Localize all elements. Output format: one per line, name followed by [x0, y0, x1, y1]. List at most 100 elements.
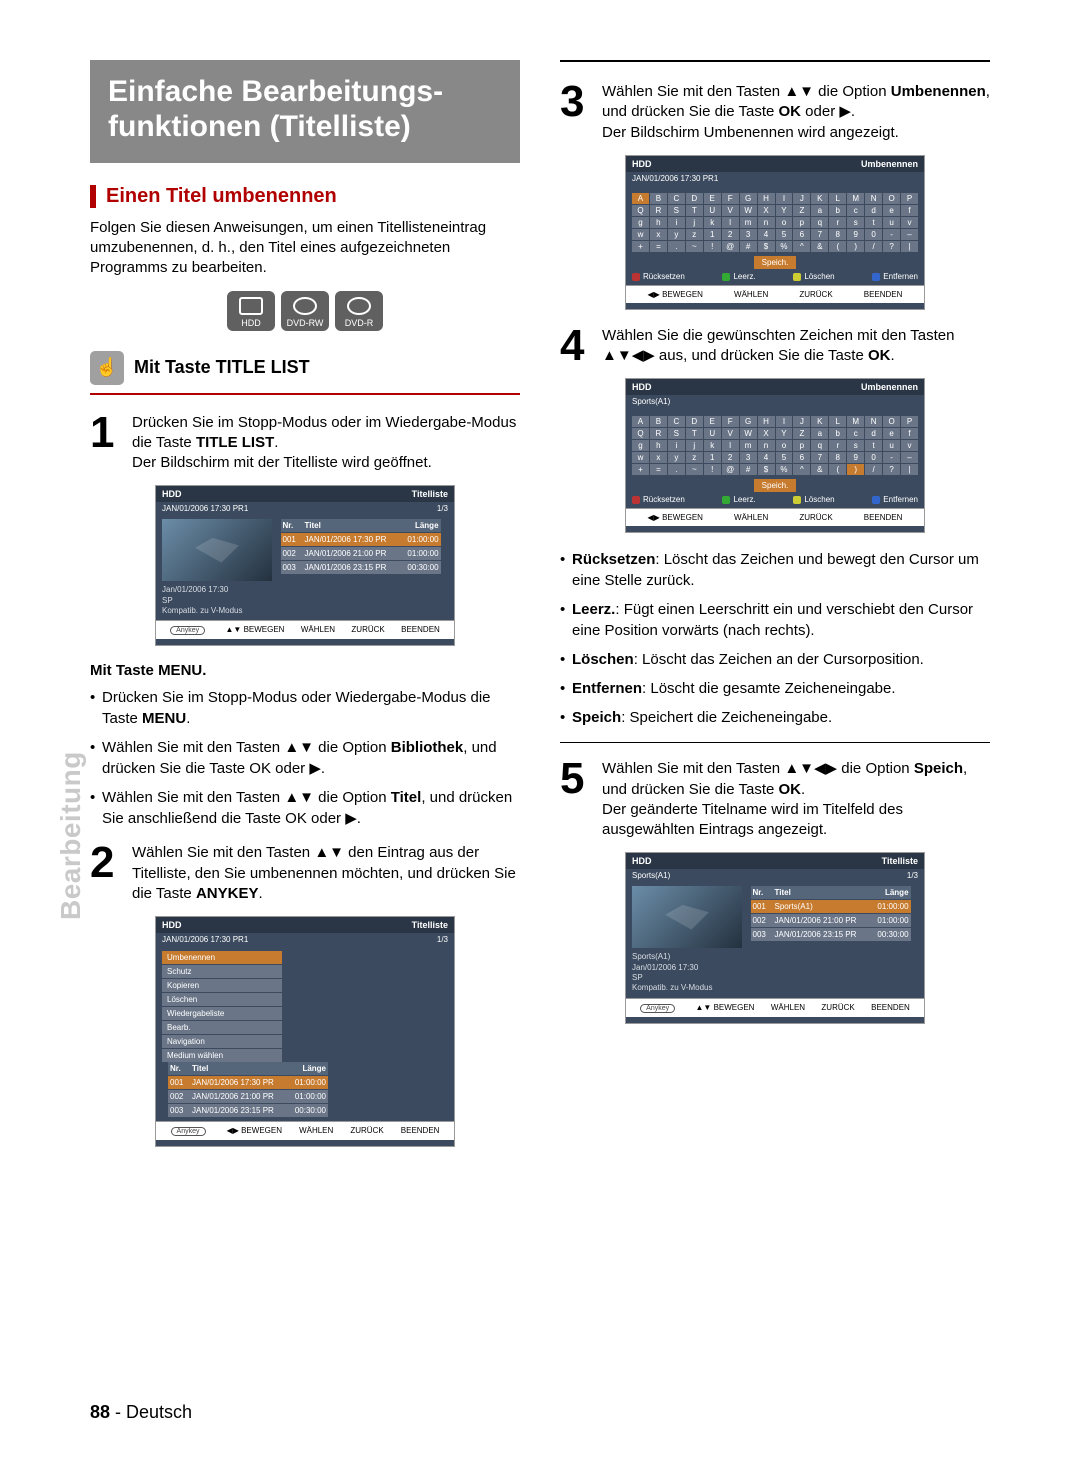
kb-key[interactable]: D	[686, 416, 703, 427]
kb-key[interactable]: V	[722, 428, 739, 439]
kb-save[interactable]: Speich.	[754, 256, 797, 269]
kb-key[interactable]: M	[847, 193, 864, 204]
kb-key[interactable]: U	[704, 205, 721, 216]
kb-key[interactable]: b	[829, 205, 846, 216]
kb-key[interactable]: 1	[704, 229, 721, 240]
kb-key[interactable]: 9	[847, 229, 864, 240]
kb-key[interactable]: k	[704, 440, 721, 451]
kb-key[interactable]: c	[847, 205, 864, 216]
kb-key[interactable]: t	[865, 440, 882, 451]
kb-key[interactable]: n	[758, 217, 775, 228]
kb-key[interactable]: N	[865, 416, 882, 427]
kb-key[interactable]: x	[650, 229, 667, 240]
table-row[interactable]: 003JAN/01/2006 23:15 PR00:30:00	[751, 928, 911, 941]
kb-key[interactable]: V	[722, 205, 739, 216]
kb-key[interactable]: m	[740, 440, 757, 451]
kb-remove[interactable]: Entfernen	[872, 495, 918, 504]
kb-key[interactable]: ^	[793, 464, 810, 475]
kb-key[interactable]: 4	[758, 229, 775, 240]
kb-key[interactable]: 8	[829, 452, 846, 463]
menu-item-copy[interactable]: Kopieren	[162, 979, 282, 992]
kb-key[interactable]: h	[650, 440, 667, 451]
kb-key[interactable]: L	[829, 193, 846, 204]
kb-key[interactable]: I	[776, 193, 793, 204]
kb-key[interactable]: f	[901, 428, 918, 439]
kb-key[interactable]: M	[847, 416, 864, 427]
kb-key[interactable]: –	[901, 229, 918, 240]
kb-key[interactable]: d	[865, 428, 882, 439]
kb-key[interactable]: l	[722, 217, 739, 228]
kb-key[interactable]: S	[668, 205, 685, 216]
kb-key[interactable]: X	[758, 428, 775, 439]
kb-key[interactable]: K	[811, 416, 828, 427]
kb-key[interactable]: z	[686, 452, 703, 463]
kb-key[interactable]: H	[758, 416, 775, 427]
kb-key[interactable]: $	[758, 241, 775, 252]
kb-key[interactable]: K	[811, 193, 828, 204]
kb-key[interactable]: 1	[704, 452, 721, 463]
kb-key[interactable]: P	[901, 193, 918, 204]
kb-key[interactable]: p	[793, 440, 810, 451]
kb-key[interactable]: 5	[776, 452, 793, 463]
kb-key[interactable]: o	[776, 440, 793, 451]
kb-key[interactable]: 7	[811, 229, 828, 240]
kb-key[interactable]: B	[650, 416, 667, 427]
table-row[interactable]: 002JAN/01/2006 21:00 PR01:00:00	[751, 914, 911, 927]
kb-key[interactable]: j	[686, 217, 703, 228]
kb-key[interactable]: %	[776, 241, 793, 252]
kb-key[interactable]: T	[686, 205, 703, 216]
kb-key[interactable]: !	[704, 241, 721, 252]
kb-key[interactable]: C	[668, 193, 685, 204]
kb-key[interactable]: i	[668, 217, 685, 228]
kb-key[interactable]: Y	[776, 428, 793, 439]
kb-key[interactable]: q	[811, 440, 828, 451]
kb-key[interactable]: J	[793, 193, 810, 204]
kb-key[interactable]: X	[758, 205, 775, 216]
kb-key[interactable]: P	[901, 416, 918, 427]
table-row[interactable]: 001Sports(A1)01:00:00	[751, 900, 911, 913]
table-row[interactable]: 002JAN/01/2006 21:00 PR01:00:00	[281, 547, 441, 560]
kb-key[interactable]: u	[883, 440, 900, 451]
kb-key[interactable]: @	[722, 464, 739, 475]
kb-key[interactable]: -	[883, 229, 900, 240]
kb-key[interactable]: h	[650, 217, 667, 228]
kb-key[interactable]: O	[883, 416, 900, 427]
kb-key[interactable]: J	[793, 416, 810, 427]
kb-key[interactable]: (	[829, 464, 846, 475]
kb-key[interactable]: w	[632, 229, 649, 240]
kb-key[interactable]: f	[901, 205, 918, 216]
kb-key[interactable]: i	[668, 440, 685, 451]
kb-key[interactable]: G	[740, 416, 757, 427]
kb-key[interactable]: Z	[793, 428, 810, 439]
menu-item-delete[interactable]: Löschen	[162, 993, 282, 1006]
kb-key[interactable]: c	[847, 428, 864, 439]
kb-key[interactable]: 6	[793, 229, 810, 240]
kb-remove[interactable]: Entfernen	[872, 272, 918, 281]
kb-key[interactable]: Z	[793, 205, 810, 216]
menu-item-rename[interactable]: Umbenennen	[162, 951, 282, 964]
kb-key[interactable]: L	[829, 416, 846, 427]
kb-key[interactable]: W	[740, 205, 757, 216]
kb-key[interactable]: y	[668, 229, 685, 240]
kb-key[interactable]: 4	[758, 452, 775, 463]
table-row[interactable]: 003JAN/01/2006 23:15 PR00:30:00	[281, 561, 441, 574]
kb-key[interactable]: j	[686, 440, 703, 451]
kb-key[interactable]: l	[722, 440, 739, 451]
kb-key[interactable]: 2	[722, 229, 739, 240]
kb-key[interactable]: v	[901, 440, 918, 451]
kb-key[interactable]: 6	[793, 452, 810, 463]
kb-key[interactable]: y	[668, 452, 685, 463]
kb-key[interactable]: C	[668, 416, 685, 427]
kb-key[interactable]: 3	[740, 229, 757, 240]
kb-key[interactable]: a	[811, 205, 828, 216]
kb-key[interactable]: A	[632, 416, 649, 427]
kb-key[interactable]: n	[758, 440, 775, 451]
kb-key[interactable]: F	[722, 416, 739, 427]
kb-key[interactable]: S	[668, 428, 685, 439]
kb-key[interactable]: G	[740, 193, 757, 204]
kb-key[interactable]: (	[829, 241, 846, 252]
kb-reset[interactable]: Rücksetzen	[632, 495, 685, 504]
table-row[interactable]: 001JAN/01/2006 17:30 PR01:00:00	[168, 1076, 328, 1089]
kb-key[interactable]: ~	[686, 464, 703, 475]
kb-key[interactable]: A	[632, 193, 649, 204]
